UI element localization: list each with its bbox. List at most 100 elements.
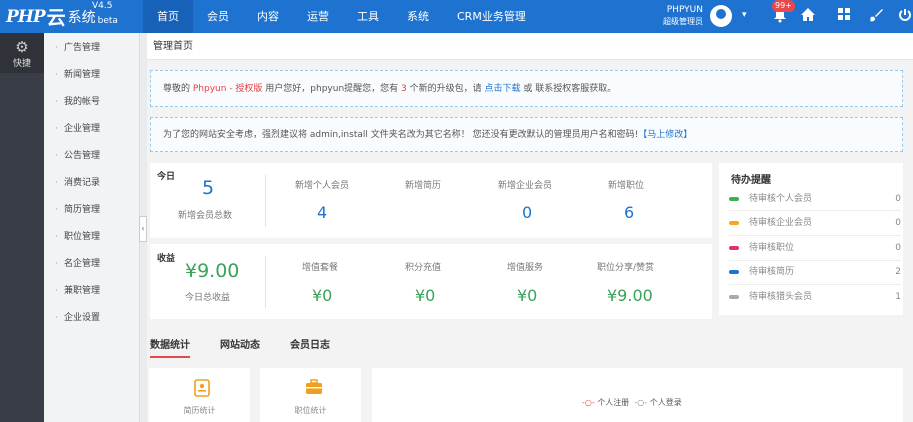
service-value: ¥0 <box>517 286 538 305</box>
notice-mid: 用户您好，phpyun提醒您，您有 <box>262 84 402 94</box>
legend-register-label: 个人注册 <box>597 398 630 407</box>
status-dot <box>729 270 739 274</box>
nav-members[interactable]: 会员 <box>193 0 243 33</box>
resume-icon <box>194 379 210 397</box>
left-icon-bar: ⚙ 快捷 <box>0 33 44 422</box>
subnav-item-resume[interactable]: 简历管理 <box>44 197 139 224</box>
legend-marker-register: -○- <box>582 398 595 407</box>
download-link[interactable]: 点击下载 <box>485 84 521 94</box>
legend-login-label: 个人登录 <box>649 398 682 407</box>
todo-item[interactable]: 待审核猎头会员 1 <box>729 288 901 306</box>
job-stats-label: 职位统计 <box>294 406 327 415</box>
shortcut-label: 快捷 <box>12 59 31 69</box>
logo[interactable]: PHP 云 系统 beta V4.5 <box>0 0 140 33</box>
notification-badge: 99+ <box>772 0 795 12</box>
subnav-item-ads[interactable]: 广告管理 <box>44 35 139 62</box>
points-value: ¥0 <box>415 286 436 305</box>
income-card: 收益 ¥9.00 今日总收益 增值套餐 ¥0 积分充值 ¥0 增值服务 ¥0 职… <box>150 244 712 319</box>
nav-home[interactable]: 首页 <box>143 0 193 33</box>
stats-chart: -○- 个人注册 -○- 个人登录 <box>372 368 903 422</box>
income-total-value: ¥9.00 <box>185 260 240 282</box>
nav-system[interactable]: 系统 <box>393 0 443 33</box>
subnav-item-company[interactable]: 企业管理 <box>44 116 139 143</box>
brush-icon[interactable] <box>866 7 886 27</box>
new-person-value: 4 <box>317 203 328 222</box>
job-stats-box[interactable]: 职位统计 <box>260 368 361 422</box>
todo-label: 待审核个人会员 <box>749 194 813 204</box>
todo-count: 2 <box>895 267 901 277</box>
todo-count: 0 <box>895 218 901 228</box>
subnav-item-announcement[interactable]: 公告管理 <box>44 143 139 170</box>
income-total-label: 今日总收益 <box>185 293 231 303</box>
subnav-item-consumption[interactable]: 消费记录 <box>44 170 139 197</box>
today-card: 今日 5 新增会员总数 新增个人会员 4 新增简历 新增企业会员 0 新增职位 … <box>150 163 712 238</box>
notice-pre: 尊敬的 <box>163 84 193 94</box>
today-label: 今日 <box>157 172 176 182</box>
caret-down-icon[interactable]: ▾ <box>742 10 747 20</box>
new-resume-label: 新增简历 <box>405 181 442 191</box>
new-company-value: 0 <box>522 203 533 222</box>
todo-panel: 待办提醒 待审核个人会员 0 待审核企业会员 0 待审核职位 0 待审核简历 2… <box>719 163 903 315</box>
subnav-item-jobs[interactable]: 职位管理 <box>44 224 139 251</box>
nav-content[interactable]: 内容 <box>243 0 293 33</box>
security-notice: 为了您的网站安全考虑，强烈建议将 admin,install 文件夹名改为其它名… <box>150 117 903 152</box>
todo-item[interactable]: 待审核企业会员 0 <box>729 214 901 232</box>
stats-tabs: 数据统计 网站动态 会员日志 <box>147 333 913 359</box>
nav-tools[interactable]: 工具 <box>343 0 393 33</box>
top-bar: PHP 云 系统 beta V4.5 首页 会员 内容 运营 工具 系统 CRM… <box>0 0 913 33</box>
nav-crm[interactable]: CRM业务管理 <box>443 0 540 33</box>
avatar-icon[interactable] <box>710 5 732 27</box>
notice-mid2: 个新的升级包，请 <box>406 84 485 94</box>
subnav-item-account[interactable]: 我的帐号 <box>44 89 139 116</box>
todo-item[interactable]: 待审核个人会员 0 <box>729 190 901 208</box>
today-total-value: 5 <box>202 177 215 199</box>
todo-label: 待审核职位 <box>749 243 795 253</box>
todo-count: 1 <box>895 292 901 302</box>
package-label: 增值套餐 <box>302 263 339 273</box>
modify-now-link[interactable]: 【马上修改】 <box>638 130 692 140</box>
grid-icon[interactable] <box>834 7 854 25</box>
todo-item[interactable]: 待审核简历 2 <box>729 263 901 281</box>
status-dot <box>729 221 739 225</box>
subnav-item-parttime[interactable]: 兼职管理 <box>44 278 139 305</box>
version-label: V4.5 <box>92 1 113 11</box>
collapse-sidebar-button[interactable]: ‹ <box>139 216 147 242</box>
share-label: 职位分享/赞赏 <box>597 263 655 273</box>
breadcrumb: 管理首页 <box>147 33 913 60</box>
new-job-value: 6 <box>624 203 635 222</box>
logo-yun: 云 <box>46 7 66 29</box>
gear-icon: ⚙ <box>15 38 29 56</box>
nav-operations[interactable]: 运营 <box>293 0 343 33</box>
subnav-item-company-settings[interactable]: 企业设置 <box>44 305 139 332</box>
home-icon[interactable] <box>798 7 818 27</box>
power-icon[interactable] <box>895 7 913 27</box>
main-nav: 首页 会员 内容 运营 工具 系统 CRM业务管理 <box>143 0 540 33</box>
today-total-label: 新增会员总数 <box>178 211 233 221</box>
tab-member-log[interactable]: 会员日志 <box>290 336 330 356</box>
logo-php: PHP <box>6 6 46 27</box>
tab-site-activity[interactable]: 网站动态 <box>220 336 260 356</box>
logo-beta: beta <box>97 15 118 26</box>
app-root: PHP 云 系统 beta V4.5 首页 会员 内容 运营 工具 系统 CRM… <box>0 0 913 422</box>
briefcase-icon <box>305 379 322 397</box>
todo-item[interactable]: 待审核职位 0 <box>729 239 901 257</box>
todo-count: 0 <box>895 194 901 204</box>
share-value: ¥9.00 <box>607 286 653 305</box>
status-dot <box>729 295 739 299</box>
security-text: 为了您的网站安全考虑，强烈建议将 admin,install 文件夹名改为其它名… <box>163 130 639 140</box>
status-dot <box>729 246 739 250</box>
resume-stats-box[interactable]: 简历统计 <box>149 368 250 422</box>
user-role: 超级管理员 <box>663 17 703 26</box>
shortcut-item[interactable]: ⚙ 快捷 <box>0 33 44 73</box>
tab-data-stats[interactable]: 数据统计 <box>150 336 190 358</box>
user-name: PHPYUN <box>666 5 703 15</box>
todo-title: 待办提醒 <box>731 175 771 186</box>
todo-label: 待审核企业会员 <box>749 218 813 228</box>
user-info[interactable]: PHPYUN 超级管理员 <box>655 4 703 28</box>
subnav-item-famous[interactable]: 名企管理 <box>44 251 139 278</box>
status-dot <box>729 197 739 201</box>
package-value: ¥0 <box>312 286 333 305</box>
main-content: 管理首页 尊敬的 Phpyun - 授权版 用户您好，phpyun提醒您，您有 … <box>147 33 913 422</box>
legend-marker-login: -○- <box>634 398 648 407</box>
subnav-item-news[interactable]: 新闻管理 <box>44 62 139 89</box>
